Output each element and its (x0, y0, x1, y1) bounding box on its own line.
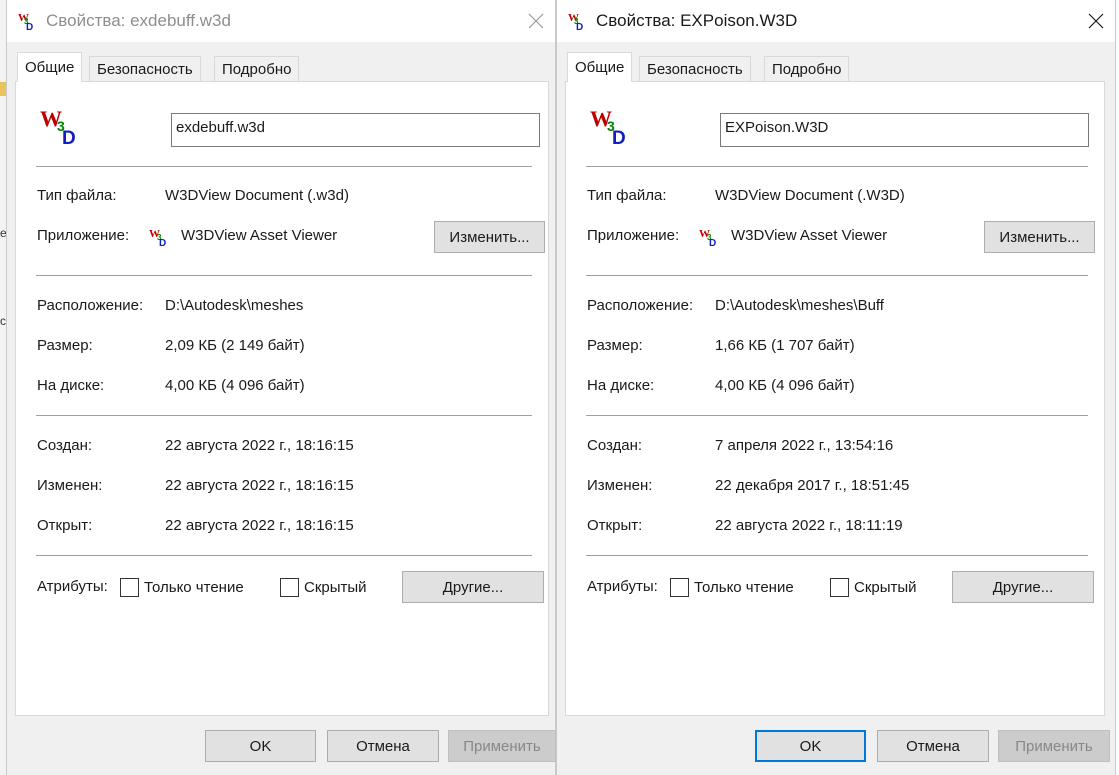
close-icon (1088, 13, 1104, 29)
modified-label: Изменен: (587, 477, 653, 494)
svg-text:D: D (576, 22, 583, 31)
close-icon (528, 13, 544, 29)
title-bar[interactable]: W 3 D Свойства: exdebuff.w3d (7, 0, 555, 42)
tab-general[interactable]: Общие (567, 52, 633, 82)
svg-text:D: D (709, 238, 716, 247)
other-attributes-button[interactable]: Другие... (402, 571, 544, 603)
size-value: 1,66 КБ (1 707 байт) (715, 337, 855, 354)
location-label: Расположение: (587, 297, 694, 314)
svg-text:D: D (62, 128, 76, 146)
tab-details[interactable]: Подробно (764, 56, 850, 81)
window-title: Свойства: exdebuff.w3d (46, 11, 231, 30)
modified-value: 22 августа 2022 г., 18:16:15 (165, 477, 354, 494)
separator (36, 166, 532, 167)
created-value: 22 августа 2022 г., 18:16:15 (165, 437, 354, 454)
tab-general[interactable]: Общие (17, 52, 83, 82)
size-label: Размер: (587, 337, 643, 354)
file-type-label: Тип файла: (37, 187, 117, 204)
readonly-checkbox[interactable] (120, 578, 139, 597)
separator (36, 415, 532, 416)
application-label: Приложение: (37, 227, 130, 244)
readonly-checkbox-row[interactable]: Только чтение (670, 578, 794, 597)
separator (586, 415, 1088, 416)
general-tab-panel: W 3 D Тип файла: W3DView Document (.w3d)… (15, 81, 549, 716)
w3d-file-icon: W 3 D (18, 12, 33, 31)
hidden-label: Скрытый (854, 579, 917, 596)
hidden-checkbox-row[interactable]: Скрытый (830, 578, 917, 597)
separator (586, 555, 1088, 556)
hidden-checkbox[interactable] (830, 578, 849, 597)
other-attributes-button[interactable]: Другие... (952, 571, 1094, 603)
readonly-label: Только чтение (144, 579, 244, 596)
file-type-label: Тип файла: (587, 187, 667, 204)
hidden-label: Скрытый (304, 579, 367, 596)
svg-text:D: D (612, 128, 626, 146)
size-label: Размер: (37, 337, 93, 354)
filename-input[interactable] (171, 113, 540, 147)
close-button[interactable] (1081, 6, 1111, 36)
accessed-label: Открыт: (37, 517, 93, 534)
location-label: Расположение: (37, 297, 144, 314)
disk-size-label: На диске: (587, 377, 655, 394)
cancel-button[interactable]: Отмена (327, 730, 439, 762)
ok-button[interactable]: OK (755, 730, 866, 762)
attributes-label: Атрибуты: (587, 578, 658, 595)
w3d-file-icon: W 3 D (40, 106, 76, 146)
disk-size-value: 4,00 КБ (4 096 байт) (165, 377, 305, 394)
disk-size-value: 4,00 КБ (4 096 байт) (715, 377, 855, 394)
location-value: D:\Autodesk\meshes\Buff (715, 297, 884, 314)
disk-size-label: На диске: (37, 377, 105, 394)
application-label: Приложение: (587, 227, 680, 244)
window-title: Свойства: EXPoison.W3D (596, 11, 798, 30)
tab-details[interactable]: Подробно (214, 56, 300, 81)
ok-button[interactable]: OK (205, 730, 316, 762)
w3d-file-icon: W 3 D (590, 106, 626, 146)
w3d-app-icon: W 3 D (149, 228, 166, 247)
modified-value: 22 декабря 2017 г., 18:51:45 (715, 477, 910, 494)
created-label: Создан: (37, 437, 93, 454)
location-value: D:\Autodesk\meshes (165, 297, 304, 314)
cancel-button[interactable]: Отмена (877, 730, 989, 762)
size-value: 2,09 КБ (2 149 байт) (165, 337, 305, 354)
hidden-checkbox[interactable] (280, 578, 299, 597)
separator (586, 166, 1088, 167)
accessed-value: 22 августа 2022 г., 18:11:19 (715, 517, 903, 534)
modified-label: Изменен: (37, 477, 103, 494)
separator (36, 275, 532, 276)
application-value: W3DView Asset Viewer (731, 227, 888, 244)
readonly-label: Только чтение (694, 579, 794, 596)
title-bar[interactable]: W 3 D Свойства: EXPoison.W3D (557, 0, 1115, 42)
created-value: 7 апреля 2022 г., 13:54:16 (715, 437, 894, 454)
accessed-label: Открыт: (587, 517, 643, 534)
close-button[interactable] (521, 6, 551, 36)
svg-text:D: D (159, 238, 166, 247)
readonly-checkbox-row[interactable]: Только чтение (120, 578, 244, 597)
apply-button[interactable]: Применить (448, 730, 556, 762)
tab-strip: Общие Безопасность Подробно (7, 42, 555, 82)
tab-security[interactable]: Безопасность (639, 56, 751, 81)
w3d-app-icon: W 3 D (699, 228, 716, 247)
application-value: W3DView Asset Viewer (181, 227, 338, 244)
svg-text:D: D (26, 22, 33, 31)
apply-button[interactable]: Применить (998, 730, 1110, 762)
properties-dialog-2: W 3 D Свойства: EXPoison.W3D Общие Безоп… (556, 0, 1116, 775)
attributes-label: Атрибуты: (37, 578, 108, 595)
readonly-checkbox[interactable] (670, 578, 689, 597)
w3d-file-icon: W 3 D (568, 12, 583, 31)
change-app-button[interactable]: Изменить... (434, 221, 545, 253)
separator (586, 275, 1088, 276)
properties-dialog-1: W 3 D Свойства: exdebuff.w3d Общие Безоп… (6, 0, 556, 775)
tab-strip: Общие Безопасность Подробно (557, 42, 1115, 82)
hidden-checkbox-row[interactable]: Скрытый (280, 578, 367, 597)
created-label: Создан: (587, 437, 643, 454)
general-tab-panel: W 3 D Тип файла: W3DView Document (.W3D)… (565, 81, 1105, 716)
change-app-button[interactable]: Изменить... (984, 221, 1095, 253)
file-type-value: W3DView Document (.w3d) (165, 187, 349, 204)
separator (36, 555, 532, 556)
filename-input[interactable] (720, 113, 1089, 147)
accessed-value: 22 августа 2022 г., 18:16:15 (165, 517, 354, 534)
file-type-value: W3DView Document (.W3D) (715, 187, 905, 204)
tab-security[interactable]: Безопасность (89, 56, 201, 81)
